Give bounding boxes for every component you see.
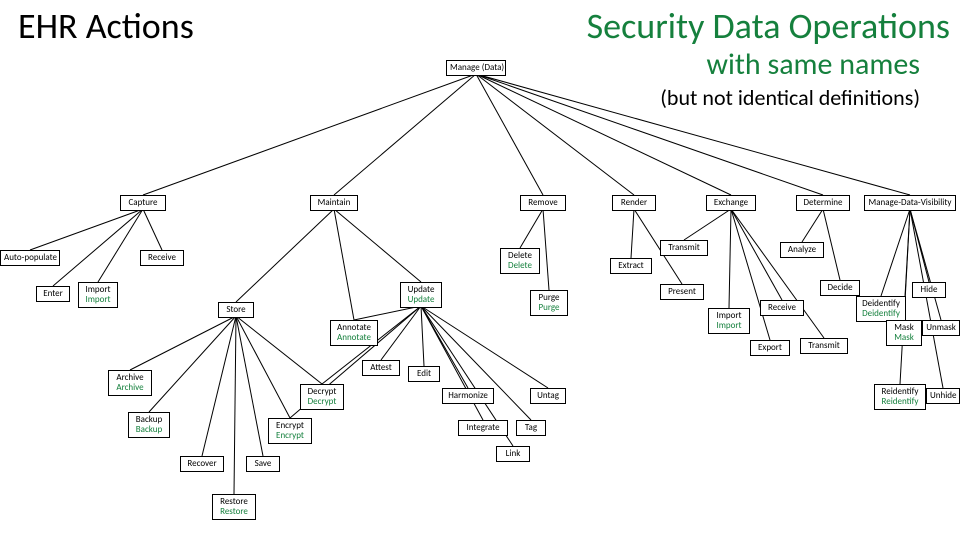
node-reid: ReidentifyReidentify	[874, 384, 926, 410]
node-edit: Edit	[408, 366, 440, 382]
node-attest: Attest	[362, 360, 400, 376]
node-purge: PurgePurge	[530, 290, 568, 316]
node-export: Export	[750, 340, 790, 356]
node-unhide: Unhide	[926, 388, 960, 404]
node-update: UpdateUpdate	[400, 282, 442, 308]
node-export-label: Export	[754, 343, 786, 353]
node-import2-label-alt: Import	[712, 321, 746, 331]
node-deid: DeidentifyDeidentify	[856, 296, 906, 322]
node-link-label: Link	[500, 449, 526, 459]
node-decide-label: Decide	[824, 283, 856, 293]
node-mdv: Manage-Data-Visibility	[864, 195, 956, 211]
node-untag: Untag	[530, 388, 566, 404]
node-harmonize: Harmonize	[442, 388, 494, 404]
node-receive: Receive	[140, 250, 184, 266]
node-receive-label: Receive	[144, 253, 180, 263]
node-attest-label: Attest	[366, 363, 396, 373]
node-extract-label: Extract	[614, 261, 648, 271]
node-determine-label: Determine	[800, 198, 846, 208]
node-backup-label-alt: Backup	[132, 425, 166, 435]
node-hide: Hide	[912, 282, 946, 298]
node-transmit-label: Transmit	[664, 243, 704, 253]
node-archive-label-alt: Archive	[112, 383, 148, 393]
node-integrate-label: Integrate	[462, 423, 504, 433]
node-update-label-alt: Update	[404, 295, 438, 305]
node-reid-label-alt: Reidentify	[878, 397, 922, 407]
subtitle: with same names	[707, 46, 920, 83]
node-mdv-label: Manage-Data-Visibility	[868, 198, 952, 208]
node-present: Present	[660, 284, 704, 300]
node-recover-label: Recover	[184, 459, 220, 469]
node-deid-label-alt: Deidentify	[860, 309, 902, 319]
subnote: (but not identical definitions)	[660, 84, 920, 111]
node-link: Link	[496, 446, 530, 462]
node-untag-label: Untag	[534, 391, 562, 401]
node-exchange-label: Exchange	[710, 198, 752, 208]
node-purge-label-alt: Purge	[534, 303, 564, 313]
node-save-label: Save	[250, 459, 276, 469]
node-manage: Manage (Data)	[446, 60, 506, 76]
node-hide-label: Hide	[916, 285, 942, 295]
node-backup: BackupBackup	[128, 412, 170, 438]
node-analyze-label: Analyze	[784, 245, 820, 255]
node-enter: Enter	[36, 286, 70, 302]
node-determine: Determine	[796, 195, 850, 211]
node-save: Save	[246, 456, 280, 472]
node-maintain: Maintain	[310, 195, 358, 211]
node-render-label: Render	[616, 198, 652, 208]
node-receive2-label: Receive	[764, 303, 800, 313]
node-manage-label: Manage (Data)	[450, 63, 502, 73]
node-receive2: Receive	[760, 300, 804, 316]
node-transmit2: Transmit	[800, 338, 848, 354]
node-transmit2-label: Transmit	[804, 341, 844, 351]
node-delete-label-alt: Delete	[504, 261, 536, 271]
node-integrate: Integrate	[458, 420, 508, 436]
node-decrypt: DecryptDecrypt	[300, 384, 344, 410]
node-tag-label: Tag	[520, 423, 542, 433]
node-import: ImportImport	[78, 282, 118, 308]
node-import2: ImportImport	[708, 308, 750, 334]
node-edit-label: Edit	[412, 369, 436, 379]
node-annotate-label-alt: Annotate	[334, 333, 374, 343]
node-unhide-label: Unhide	[930, 391, 956, 401]
node-maintain-label: Maintain	[314, 198, 354, 208]
title-left: EHR Actions	[18, 4, 194, 48]
node-encrypt: EncryptEncrypt	[268, 418, 312, 444]
node-unmask: Unmask	[922, 320, 960, 336]
node-delete: DeleteDelete	[500, 248, 540, 274]
node-autopop: Auto-populate	[0, 250, 60, 266]
node-analyze: Analyze	[780, 242, 824, 258]
node-mask-label-alt: Mask	[890, 333, 918, 343]
node-annotate: AnnotateAnnotate	[330, 320, 378, 346]
node-tag: Tag	[516, 420, 546, 436]
node-render: Render	[612, 195, 656, 211]
node-capture-label: Capture	[124, 198, 162, 208]
node-present-label: Present	[664, 287, 700, 297]
node-capture: Capture	[120, 195, 166, 211]
node-recover: Recover	[180, 456, 224, 472]
node-restore: RestoreRestore	[212, 494, 256, 520]
node-remove: Remove	[520, 195, 566, 211]
node-exchange: Exchange	[706, 195, 756, 211]
node-restore-label-alt: Restore	[216, 507, 252, 517]
node-transmit: Transmit	[660, 240, 708, 256]
node-autopop-label: Auto-populate	[4, 253, 56, 263]
node-encrypt-label-alt: Encrypt	[272, 431, 308, 441]
node-remove-label: Remove	[524, 198, 562, 208]
node-archive: ArchiveArchive	[108, 370, 152, 396]
node-harmonize-label: Harmonize	[446, 391, 490, 401]
node-store: Store	[218, 302, 254, 318]
title-right: Security Data Operations	[587, 4, 950, 48]
node-enter-label: Enter	[40, 289, 66, 299]
node-mask: MaskMask	[886, 320, 922, 346]
node-import-label-alt: Import	[82, 295, 114, 305]
node-unmask-label: Unmask	[926, 323, 956, 333]
node-decrypt-label-alt: Decrypt	[304, 397, 340, 407]
node-decide: Decide	[820, 280, 860, 296]
node-store-label: Store	[222, 305, 250, 315]
node-extract: Extract	[610, 258, 652, 274]
